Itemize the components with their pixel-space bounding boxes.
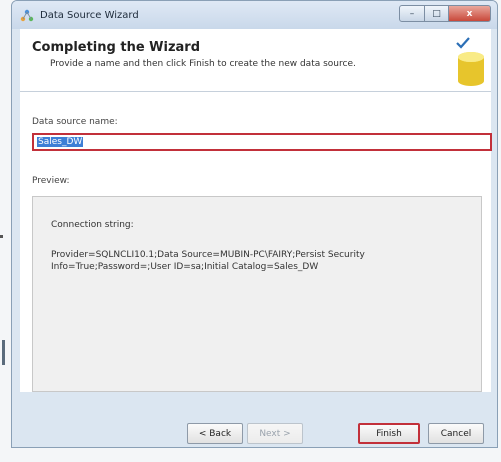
database-icon [456,37,484,86]
wizard-header: Completing the Wizard Provide a name and… [20,29,491,92]
next-button[interactable]: Next > [247,423,303,444]
back-button[interactable]: < Back [187,423,243,444]
data-source-wizard-window: Data Source Wizard – □ x Completing the … [11,0,498,448]
window-controls: – □ x [399,5,491,23]
finish-button[interactable]: Finish [358,423,420,444]
preview-label: Preview: [32,176,70,186]
wizard-content: Data source name: Sales_DW Preview: Conn… [20,92,492,392]
page-title: Completing the Wizard [32,40,201,55]
maximize-button[interactable]: □ [425,5,449,22]
preview-box[interactable]: Connection string: Provider=SQLNCLI10.1;… [32,196,482,392]
data-source-name-label: Data source name: [32,117,118,127]
window-title: Data Source Wizard [40,10,139,21]
data-source-name-input[interactable]: Sales_DW [32,133,492,151]
connection-string-value: Provider=SQLNCLI10.1;Data Source=MUBIN-P… [51,250,365,272]
edge-mark [2,340,5,365]
wizard-app-icon [20,9,34,22]
connection-string-label: Connection string: [51,220,134,230]
edge-mark [0,235,3,238]
page-subtitle: Provide a name and then click Finish to … [50,59,356,69]
minimize-button[interactable]: – [399,5,425,22]
cancel-button[interactable]: Cancel [428,423,484,444]
wizard-footer: < Back Next > Finish Cancel [20,397,491,445]
data-source-name-value: Sales_DW [37,137,84,147]
title-bar[interactable]: Data Source Wizard – □ x [12,1,497,29]
close-button[interactable]: x [449,5,491,22]
